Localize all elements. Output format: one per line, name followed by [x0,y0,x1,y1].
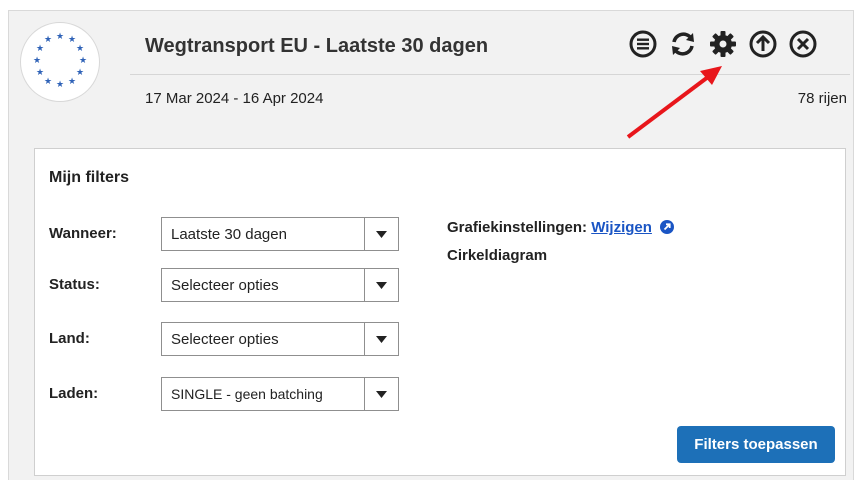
caret-down-icon [376,336,387,343]
wanneer-dropdown-toggle[interactable] [364,218,398,250]
arrow-up-circle-icon[interactable] [748,29,778,59]
svg-text:★: ★ [68,76,76,86]
svg-text:★: ★ [68,34,76,44]
chart-type: Cirkeldiagram [447,247,548,264]
svg-text:★: ★ [36,67,44,77]
laden-select[interactable]: SINGLE - geen batching [161,377,399,411]
eu-logo: ★ ★ ★ ★ ★ ★ ★ ★ ★ ★ ★ ★ [20,22,100,102]
wanneer-select[interactable]: Laatste 30 dagen [161,217,399,251]
land-select[interactable]: Selecteer opties [161,322,399,356]
widget-title: Wegtransport EU - Laatste 30 dagen [145,35,489,57]
external-link-icon[interactable] [660,220,675,238]
close-circle-icon[interactable] [788,29,818,59]
wanneer-value: Laatste 30 dagen [171,226,287,243]
header-divider [130,74,850,75]
svg-text:★: ★ [36,43,44,53]
wanneer-label: Wanneer: [49,225,117,242]
land-dropdown-toggle[interactable] [364,323,398,355]
svg-text:★: ★ [76,67,84,77]
land-label: Land: [49,330,90,347]
date-range: 17 Mar 2024 - 16 Apr 2024 [145,90,324,107]
chart-settings: Grafiekinstellingen: Wijzigen [447,219,675,238]
svg-text:★: ★ [79,55,87,65]
chart-settings-edit-link[interactable]: Wijzigen [591,219,652,236]
apply-filters-button[interactable]: Filters toepassen [677,426,835,463]
row-count: 78 rijen [797,90,847,107]
status-select[interactable]: Selecteer opties [161,268,399,302]
svg-text:★: ★ [44,34,52,44]
svg-text:★: ★ [56,31,64,41]
land-value: Selecteer opties [171,331,279,348]
status-dropdown-toggle[interactable] [364,269,398,301]
laden-value: SINGLE - geen batching [171,386,323,402]
caret-down-icon [376,282,387,289]
caret-down-icon [376,391,387,398]
status-label: Status: [49,276,100,293]
svg-text:★: ★ [33,55,41,65]
laden-label: Laden: [49,385,99,402]
caret-down-icon [376,231,387,238]
status-value: Selecteer opties [171,277,279,294]
laden-dropdown-toggle[interactable] [364,378,398,410]
annotation-arrow [626,66,722,139]
filters-card: Mijn filters Wanneer: Laatste 30 dagen S… [34,148,846,476]
svg-text:★: ★ [76,43,84,53]
filters-title: Mijn filters [49,169,130,186]
svg-text:★: ★ [44,76,52,86]
svg-text:★: ★ [56,79,64,89]
chart-settings-label: Grafiekinstellingen: [447,219,588,236]
